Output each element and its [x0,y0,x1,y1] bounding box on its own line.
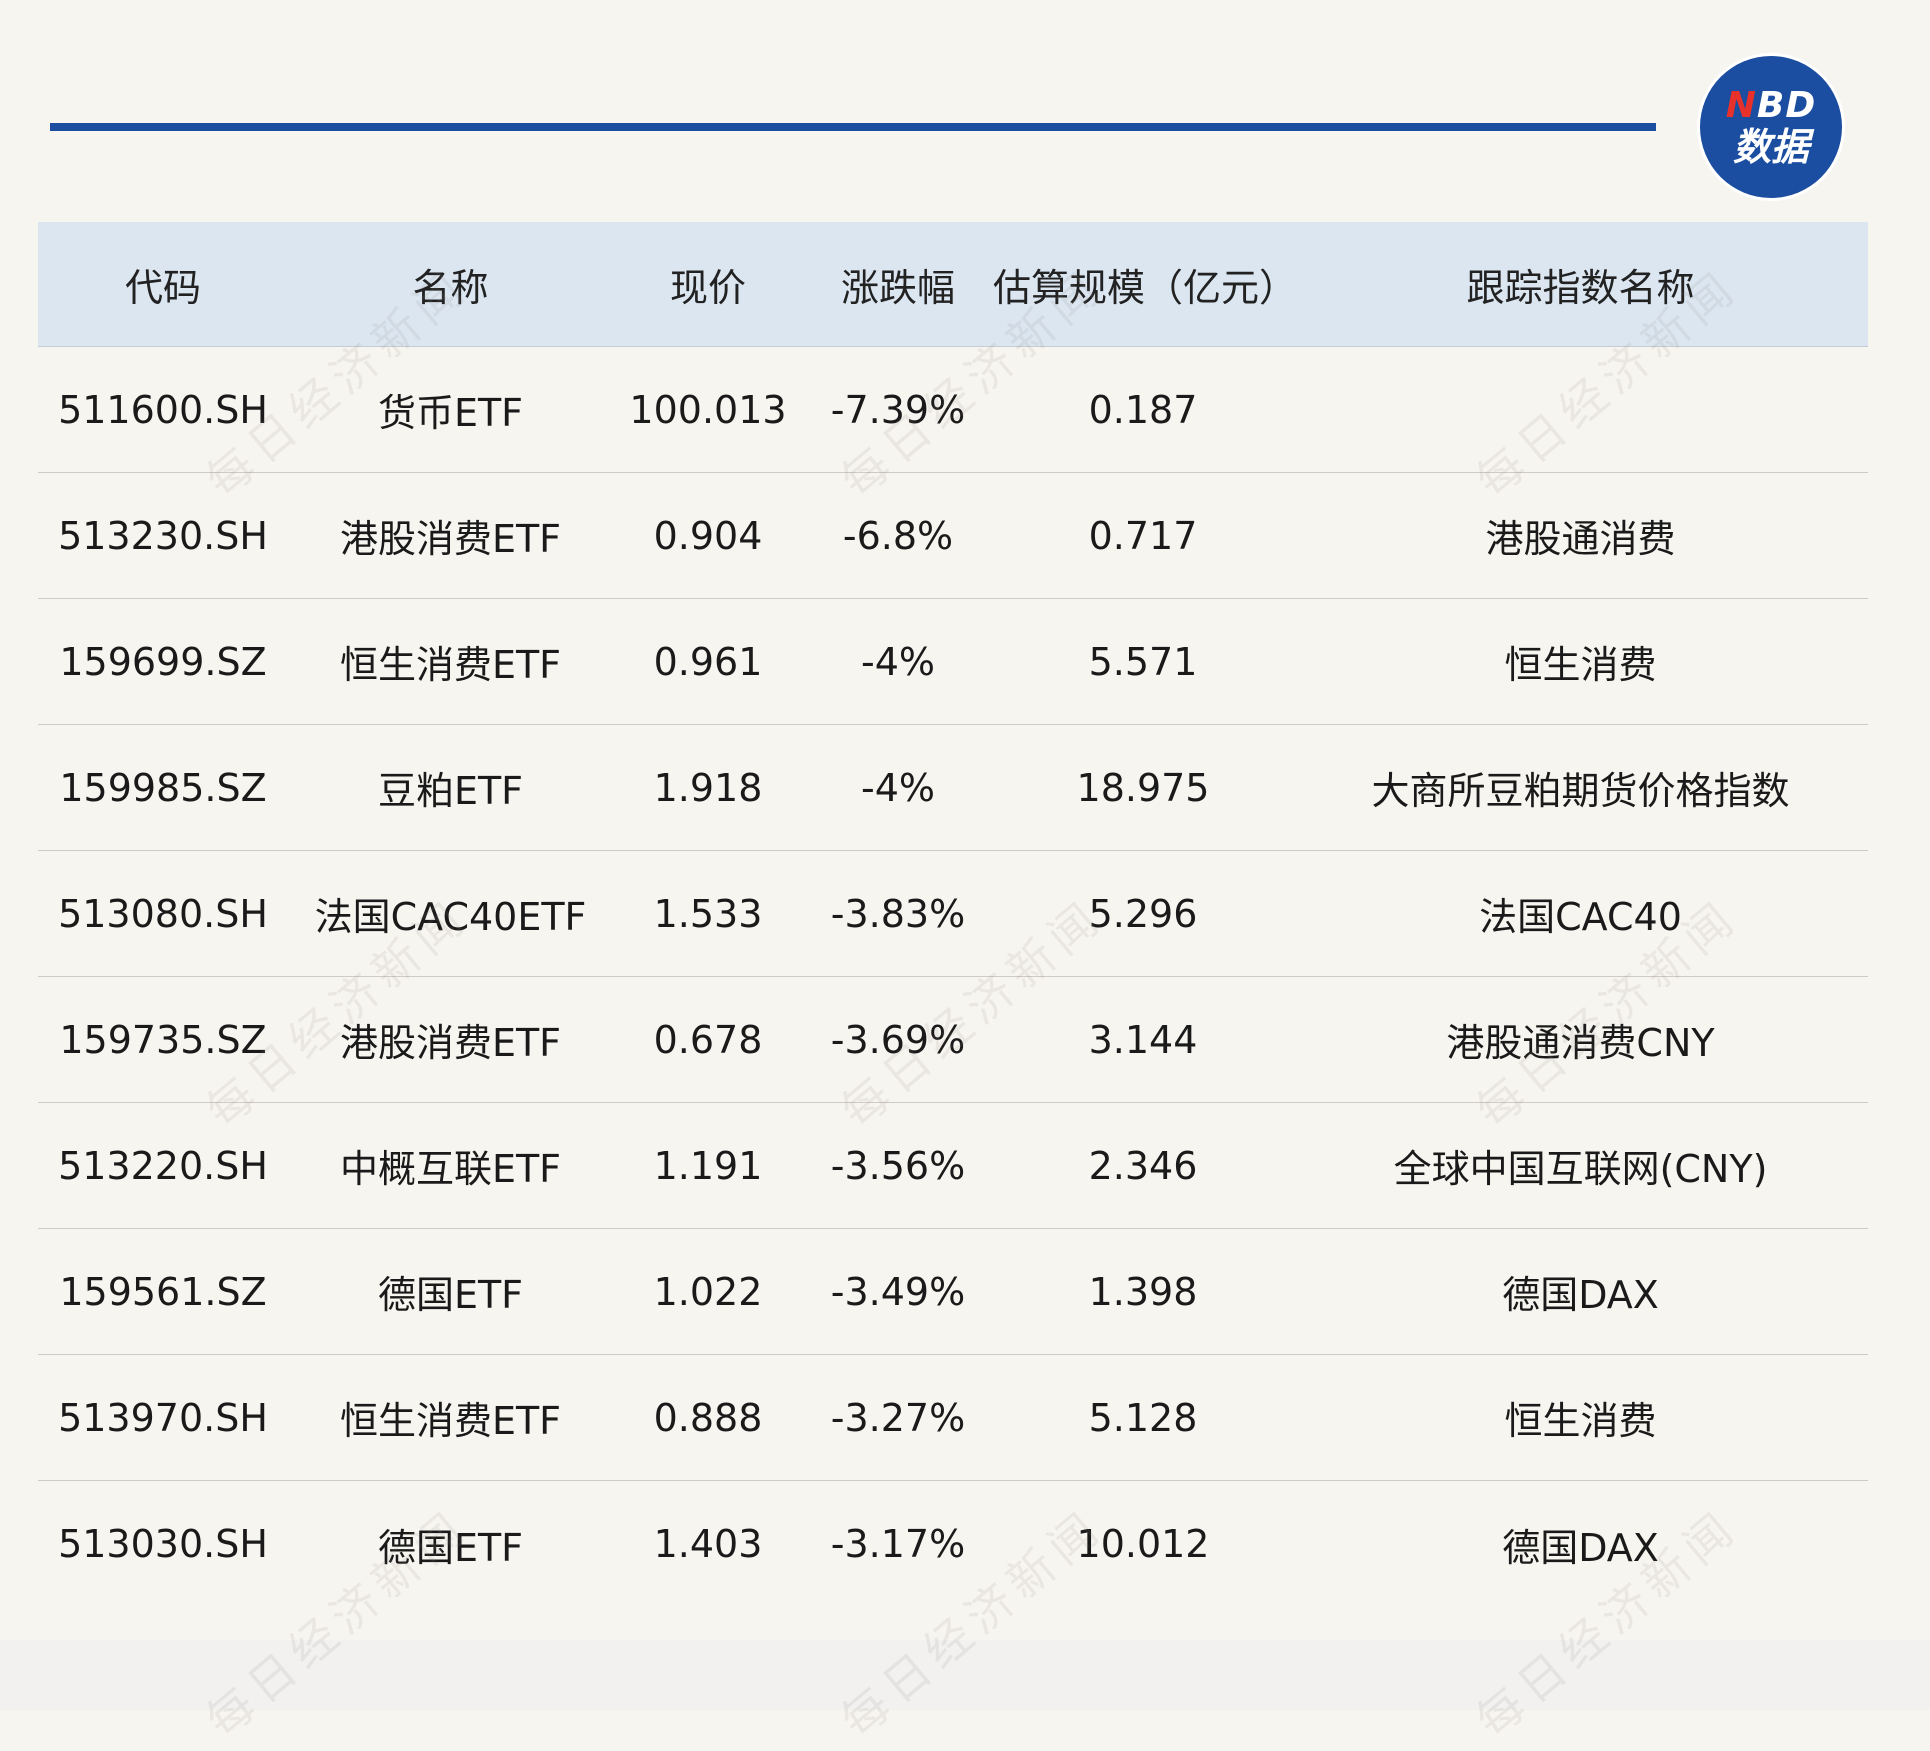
cell-change: -3.49% [830,1269,966,1314]
cell-index: 恒生消费 [1504,1399,1657,1443]
cell-price: 1.918 [653,765,763,810]
cell-name: 港股消费ETF [339,517,562,561]
cell-price: 0.904 [653,513,763,558]
cell-scale: 10.012 [1076,1522,1210,1566]
cell-change: -4% [861,639,935,684]
cell-name: 港股消费ETF [339,1021,562,1065]
cell-scale: 5.128 [1088,1395,1198,1440]
cell-name: 法国CAC40ETF [314,895,587,939]
table-row: 511600.SH 货币ETF 100.013 -7.39% 0.187 [38,347,1868,473]
table-row: 159561.SZ 德国ETF 1.022 -3.49% 1.398 德国DAX [38,1229,1868,1355]
cell-change: -7.39% [830,387,966,432]
table-row: 159699.SZ 恒生消费ETF 0.961 -4% 5.571 恒生消费 [38,599,1868,725]
cell-scale: 18.975 [1076,765,1210,810]
cell-scale: 0.717 [1088,513,1198,558]
top-accent-bar [50,123,1656,131]
cell-code: 159699.SZ [59,639,267,684]
nbd-logo: NBD 数据 [1700,56,1842,198]
cell-name: 中概互联ETF [339,1147,562,1191]
etf-table: 代码 名称 现价 涨跌幅 估算规模（亿元） 跟踪指数名称 511600.SH 货… [38,222,1868,1607]
logo-bd: BD [1756,85,1817,126]
header-name: 名称 [412,265,489,310]
cell-change: -4% [861,765,935,810]
cell-code: 513970.SH [58,1395,268,1440]
table-header: 代码 名称 现价 涨跌幅 估算规模（亿元） 跟踪指数名称 [38,222,1868,347]
table-row: 513970.SH 恒生消费ETF 0.888 -3.27% 5.128 恒生消… [38,1355,1868,1481]
cell-code: 159985.SZ [59,765,267,810]
bottom-band [0,1640,1930,1710]
cell-scale: 0.187 [1088,387,1198,432]
table-row: 159985.SZ 豆粕ETF 1.918 -4% 18.975 大商所豆粕期货… [38,725,1868,851]
cell-code: 159735.SZ [59,1017,267,1062]
cell-price: 0.888 [653,1395,763,1440]
cell-change: -6.8% [842,513,954,558]
cell-index: 港股通消费 [1485,517,1676,561]
cell-name: 豆粕ETF [377,769,524,813]
logo-n: N [1725,85,1757,126]
cell-change: -3.56% [830,1143,966,1188]
cell-price: 100.013 [629,387,787,432]
cell-code: 513080.SH [58,891,268,936]
header-code: 代码 [124,265,201,310]
table-row: 513220.SH 中概互联ETF 1.191 -3.56% 2.346 全球中… [38,1103,1868,1229]
cell-price: 1.191 [653,1143,763,1188]
cell-name: 德国ETF [377,1273,524,1317]
cell-price: 0.678 [653,1017,763,1062]
header-scale: 估算规模（亿元） [993,265,1298,310]
cell-code: 511600.SH [58,387,268,432]
cell-index: 德国DAX [1502,1273,1659,1317]
cell-change: -3.17% [830,1522,966,1566]
table-row: 159735.SZ 港股消费ETF 0.678 -3.69% 3.144 港股通… [38,977,1868,1103]
header-index: 跟踪指数名称 [1466,265,1695,310]
table-row: 513080.SH 法国CAC40ETF 1.533 -3.83% 5.296 … [38,851,1868,977]
cell-index: 恒生消费 [1504,643,1657,687]
cell-price: 1.533 [653,891,763,936]
table-row: 513230.SH 港股消费ETF 0.904 -6.8% 0.717 港股通消… [38,473,1868,599]
cell-change: -3.69% [830,1017,966,1062]
cell-scale: 1.398 [1088,1269,1198,1314]
header-price: 现价 [669,265,746,310]
cell-code: 513220.SH [58,1143,268,1188]
cell-change: -3.83% [830,891,966,936]
cell-code: 513230.SH [58,513,268,558]
logo-text: 数据 [1732,125,1809,169]
cell-name: 德国ETF [377,1525,524,1570]
cell-index: 德国DAX [1502,1525,1659,1570]
cell-code: 513030.SH [58,1522,268,1566]
cell-change: -3.27% [830,1395,966,1440]
cell-name: 恒生消费ETF [339,1399,562,1443]
cell-scale: 2.346 [1088,1143,1198,1188]
cell-index: 全球中国互联网(CNY) [1393,1147,1768,1191]
cell-index: 大商所豆粕期货价格指数 [1371,769,1790,813]
cell-price: 1.403 [653,1522,763,1566]
cell-name: 恒生消费ETF [339,643,562,687]
cell-scale: 5.296 [1088,891,1198,936]
cell-price: 1.022 [653,1269,763,1314]
cell-code: 159561.SZ [59,1269,267,1314]
cell-price: 0.961 [653,639,763,684]
cell-index: 法国CAC40 [1479,895,1682,939]
cell-scale: 5.571 [1088,639,1198,684]
table-row: 513030.SH 德国ETF 1.403 -3.17% 10.012 德国DA… [38,1481,1868,1607]
cell-scale: 3.144 [1088,1017,1198,1062]
header-change: 涨跌幅 [840,265,955,310]
cell-name: 货币ETF [377,391,524,435]
cell-index: 港股通消费CNY [1446,1021,1715,1065]
